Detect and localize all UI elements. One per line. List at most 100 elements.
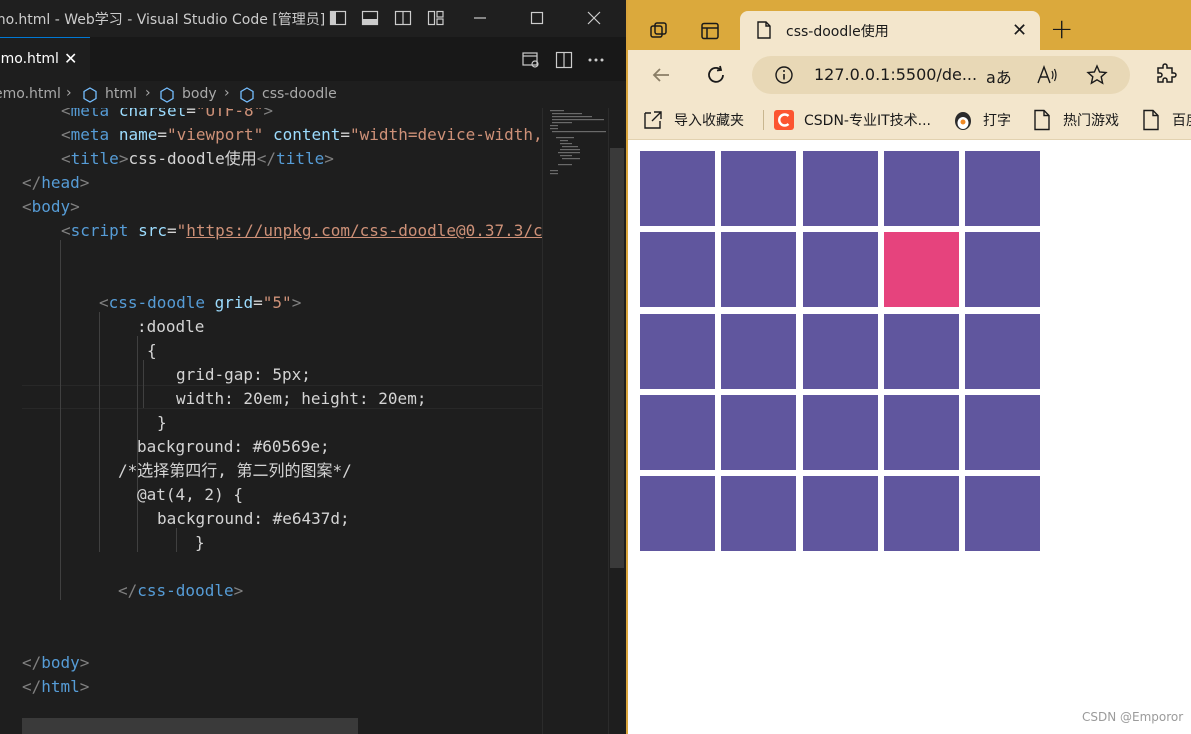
code-token: > [70, 197, 80, 216]
doodle-cell [883, 151, 959, 226]
maximize-icon[interactable] [529, 10, 545, 26]
address-bar[interactable]: 127.0.0.1:5500/de... aあ [752, 56, 1130, 94]
code-token: title [70, 149, 119, 168]
doodle-cell [640, 151, 715, 226]
code-line: { [147, 339, 157, 363]
vscode-window: mo.html - Web学习 - Visual Studio Code [管理… [0, 0, 626, 734]
browser-tab-active[interactable]: css-doodle使用 ✕ [740, 11, 1040, 50]
code-line: @at(4, 2) { [137, 483, 243, 507]
toggle-primary-sidebar-icon[interactable] [329, 9, 347, 27]
editor-ruler [542, 108, 543, 734]
doodle-cell [965, 151, 1040, 226]
toggle-panel-icon[interactable] [361, 9, 379, 27]
doodle-cell [721, 476, 797, 551]
page-content: CSDN @Emporor [628, 141, 1191, 734]
bookmark-label: 热门游戏 [1063, 113, 1119, 129]
tab-close-icon[interactable]: ✕ [64, 49, 77, 68]
doodle-cell [640, 232, 715, 308]
info-icon[interactable] [774, 65, 794, 85]
breadcrumb: emo.html › html › body › css-doodle [0, 81, 626, 108]
address-text: 127.0.0.1:5500/de... [814, 65, 978, 84]
horizontal-scrollbar[interactable] [22, 718, 358, 734]
doodle-cell [802, 151, 878, 226]
chevron-right-icon: › [224, 85, 230, 101]
breadcrumb-file[interactable]: emo.html [0, 86, 61, 102]
code-token: < [61, 108, 71, 120]
tab-actions-icon[interactable] [700, 21, 720, 41]
code-token: body [41, 653, 80, 672]
breadcrumb-body[interactable]: body [182, 86, 217, 102]
indent-guide [60, 240, 61, 600]
split-editor-icon[interactable] [554, 50, 574, 70]
minimap[interactable] [548, 108, 608, 178]
typing-site-icon [955, 112, 971, 130]
import-favorites-icon [644, 111, 662, 129]
code-token: content [272, 125, 341, 144]
vscode-titlebar: mo.html - Web学习 - Visual Studio Code [管理… [0, 0, 626, 37]
code-token: </ [118, 581, 138, 600]
code-token: "5" [262, 293, 292, 312]
code-token: } [157, 413, 167, 432]
code-token: > [79, 173, 90, 192]
vertical-scrollbar[interactable] [608, 108, 624, 734]
breadcrumb-css-doodle[interactable]: css-doodle [262, 86, 337, 102]
code-token: @at(4, 2) { [137, 485, 243, 504]
code-token: < [22, 197, 32, 216]
favorite-star-icon[interactable] [1086, 64, 1108, 86]
code-line: background: #e6437d; [157, 507, 350, 531]
toggle-secondary-sidebar-icon[interactable] [394, 9, 412, 27]
code-token: grid-gap: 5px; [176, 365, 311, 384]
translate-icon[interactable]: aあ [986, 64, 1012, 88]
symbol-element-icon [160, 87, 174, 103]
new-tab-button[interactable]: + [1050, 12, 1073, 45]
code-token: "width=device-width, [350, 125, 543, 144]
code-token: } [195, 533, 205, 552]
refresh-icon[interactable] [705, 64, 727, 86]
minimize-icon[interactable] [472, 10, 488, 26]
close-window-icon[interactable] [586, 10, 602, 26]
more-actions-icon[interactable] [586, 50, 606, 70]
code-token: = [340, 125, 351, 144]
doodle-cell [721, 394, 797, 470]
favorites-divider [763, 110, 764, 130]
code-token: https://unpkg.com/css-doodle@0.37.3/c [186, 221, 543, 240]
back-arrow-icon[interactable] [650, 64, 672, 86]
indent-guide [143, 360, 144, 408]
code-line: <meta name="viewport" content="width=dev… [61, 123, 543, 147]
breadcrumb-html[interactable]: html [105, 86, 137, 102]
code-token: > [233, 581, 244, 600]
watermark: CSDN @Emporor [1082, 710, 1184, 724]
chevron-right-icon: › [66, 85, 72, 101]
code-token: grid [214, 293, 254, 312]
code-editor[interactable]: <meta charset="UTF-8"> <meta name="viewpo… [0, 108, 608, 734]
code-line: </css-doodle> [118, 579, 243, 603]
editor-tabbar: emo.html ✕ [0, 37, 626, 81]
open-preview-icon[interactable] [521, 50, 541, 70]
code-token: < [61, 125, 71, 144]
code-line: } [195, 531, 205, 555]
code-line: </head> [22, 171, 89, 195]
symbol-element-icon [240, 87, 254, 103]
scrollbar-thumb[interactable] [610, 148, 624, 568]
doodle-cell [721, 232, 797, 308]
code-token: = [166, 221, 177, 240]
code-token: css-doodle [137, 581, 234, 600]
code-line: background: #60569e; [137, 435, 330, 459]
doodle-cell [883, 476, 959, 551]
extensions-icon[interactable] [1154, 63, 1178, 87]
code-token: < [99, 293, 109, 312]
code-token: body [31, 197, 71, 216]
tab-close-icon[interactable]: ✕ [1012, 20, 1027, 41]
code-token: < [61, 149, 71, 168]
code-token: html [41, 677, 80, 696]
doodle-cell-highlight [883, 232, 959, 308]
code-token: </ [256, 149, 277, 168]
editor-tab-active[interactable]: emo.html ✕ [0, 37, 90, 81]
browser-tabstrip: css-doodle使用 ✕ + [628, 0, 1191, 50]
workspaces-icon[interactable] [648, 20, 670, 42]
customize-layout-icon[interactable] [427, 9, 445, 27]
read-aloud-icon[interactable] [1036, 65, 1058, 85]
bookmark-label: CSDN-专业IT技术... [804, 113, 931, 129]
code-token: name [118, 125, 158, 144]
code-token: width: 20em; height: 20em; [176, 389, 427, 408]
